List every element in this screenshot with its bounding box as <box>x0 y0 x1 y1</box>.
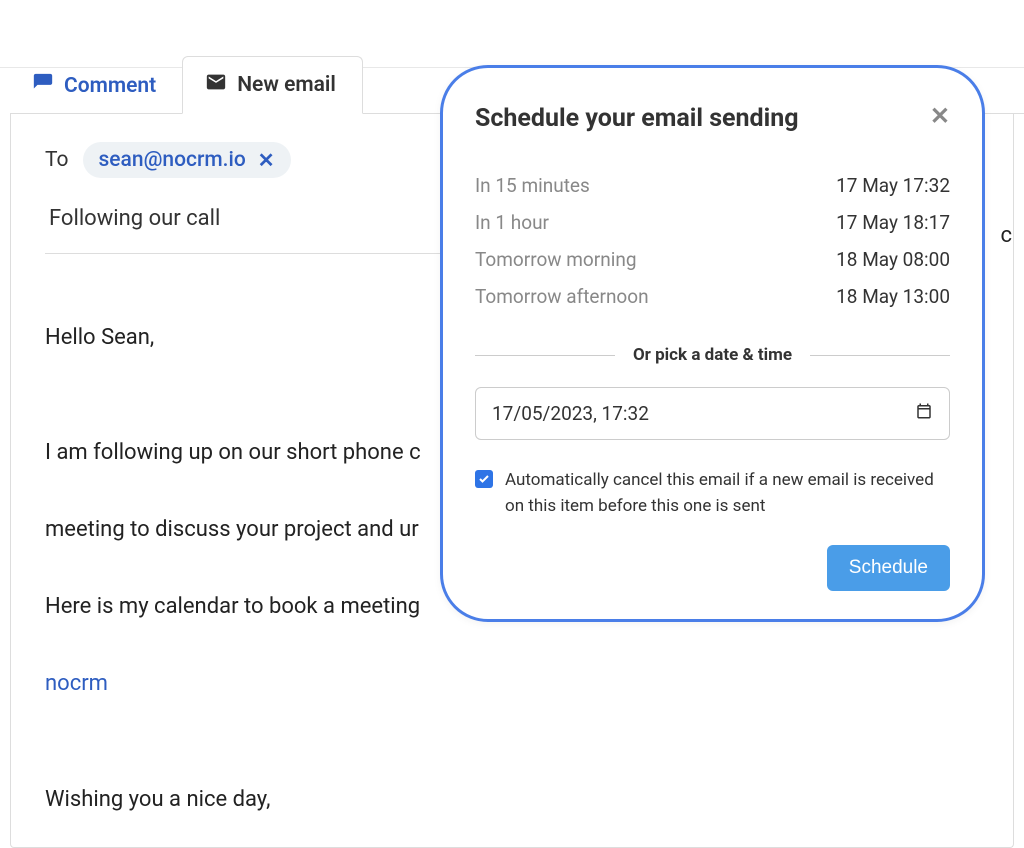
comment-icon <box>32 72 54 100</box>
envelope-icon <box>205 71 227 99</box>
tab-new-email-label: New email <box>237 73 336 97</box>
preset-option[interactable]: In 1 hour 17 May 18:17 <box>475 204 950 241</box>
popover-footer: Schedule <box>475 545 950 591</box>
preset-time: 17 May 17:32 <box>836 174 950 197</box>
body-line-5: Wishing you a nice day, <box>45 787 270 812</box>
schedule-button[interactable]: Schedule <box>827 545 950 591</box>
recipient-email: sean@nocrm.io <box>99 148 246 172</box>
preset-option[interactable]: Tomorrow morning 18 May 08:00 <box>475 241 950 278</box>
truncated-text-c: c <box>1000 223 1012 248</box>
close-icon[interactable]: ✕ <box>930 104 950 128</box>
preset-label: In 15 minutes <box>475 174 590 197</box>
auto-cancel-label: Automatically cancel this email if a new… <box>505 468 950 519</box>
subject-text: Following our call <box>49 206 220 231</box>
auto-cancel-row[interactable]: Automatically cancel this email if a new… <box>475 468 950 519</box>
divider: Or pick a date & time <box>475 345 950 365</box>
remove-recipient-icon[interactable]: ✕ <box>258 148 275 172</box>
body-line-1: Hello Sean, <box>45 325 154 350</box>
tab-comment[interactable]: Comment <box>10 58 182 114</box>
preset-list: In 15 minutes 17 May 17:32 In 1 hour 17 … <box>475 167 950 315</box>
preset-label: Tomorrow morning <box>475 248 636 271</box>
popover-title: Schedule your email sending <box>475 104 799 133</box>
preset-option[interactable]: Tomorrow afternoon 18 May 13:00 <box>475 278 950 315</box>
calendar-icon <box>915 402 933 425</box>
divider-text: Or pick a date & time <box>633 345 792 365</box>
preset-label: In 1 hour <box>475 211 549 234</box>
tab-comment-label: Comment <box>64 74 156 98</box>
datetime-input[interactable]: 17/05/2023, 17:32 <box>475 387 950 440</box>
preset-time: 18 May 08:00 <box>836 248 950 271</box>
tab-new-email[interactable]: New email <box>182 56 363 114</box>
schedule-popover: Schedule your email sending ✕ In 15 minu… <box>440 65 985 622</box>
schedule-button-label: Schedule <box>849 557 928 578</box>
preset-time: 18 May 13:00 <box>836 285 950 308</box>
to-label: To <box>45 148 69 172</box>
body-line-3: meeting to discuss your project and ur <box>45 517 419 542</box>
body-line-4: Here is my calendar to book a meeting <box>45 594 420 619</box>
body-link[interactable]: nocrm <box>45 671 108 696</box>
divider-line <box>810 355 950 356</box>
divider-line <box>475 355 615 356</box>
datetime-value: 17/05/2023, 17:32 <box>492 402 649 425</box>
preset-time: 17 May 18:17 <box>836 211 950 234</box>
body-line-2: I am following up on our short phone c <box>45 440 421 465</box>
preset-label: Tomorrow afternoon <box>475 285 649 308</box>
recipient-chip[interactable]: sean@nocrm.io ✕ <box>83 142 291 178</box>
preset-option[interactable]: In 15 minutes 17 May 17:32 <box>475 167 950 204</box>
auto-cancel-checkbox[interactable] <box>475 470 493 488</box>
